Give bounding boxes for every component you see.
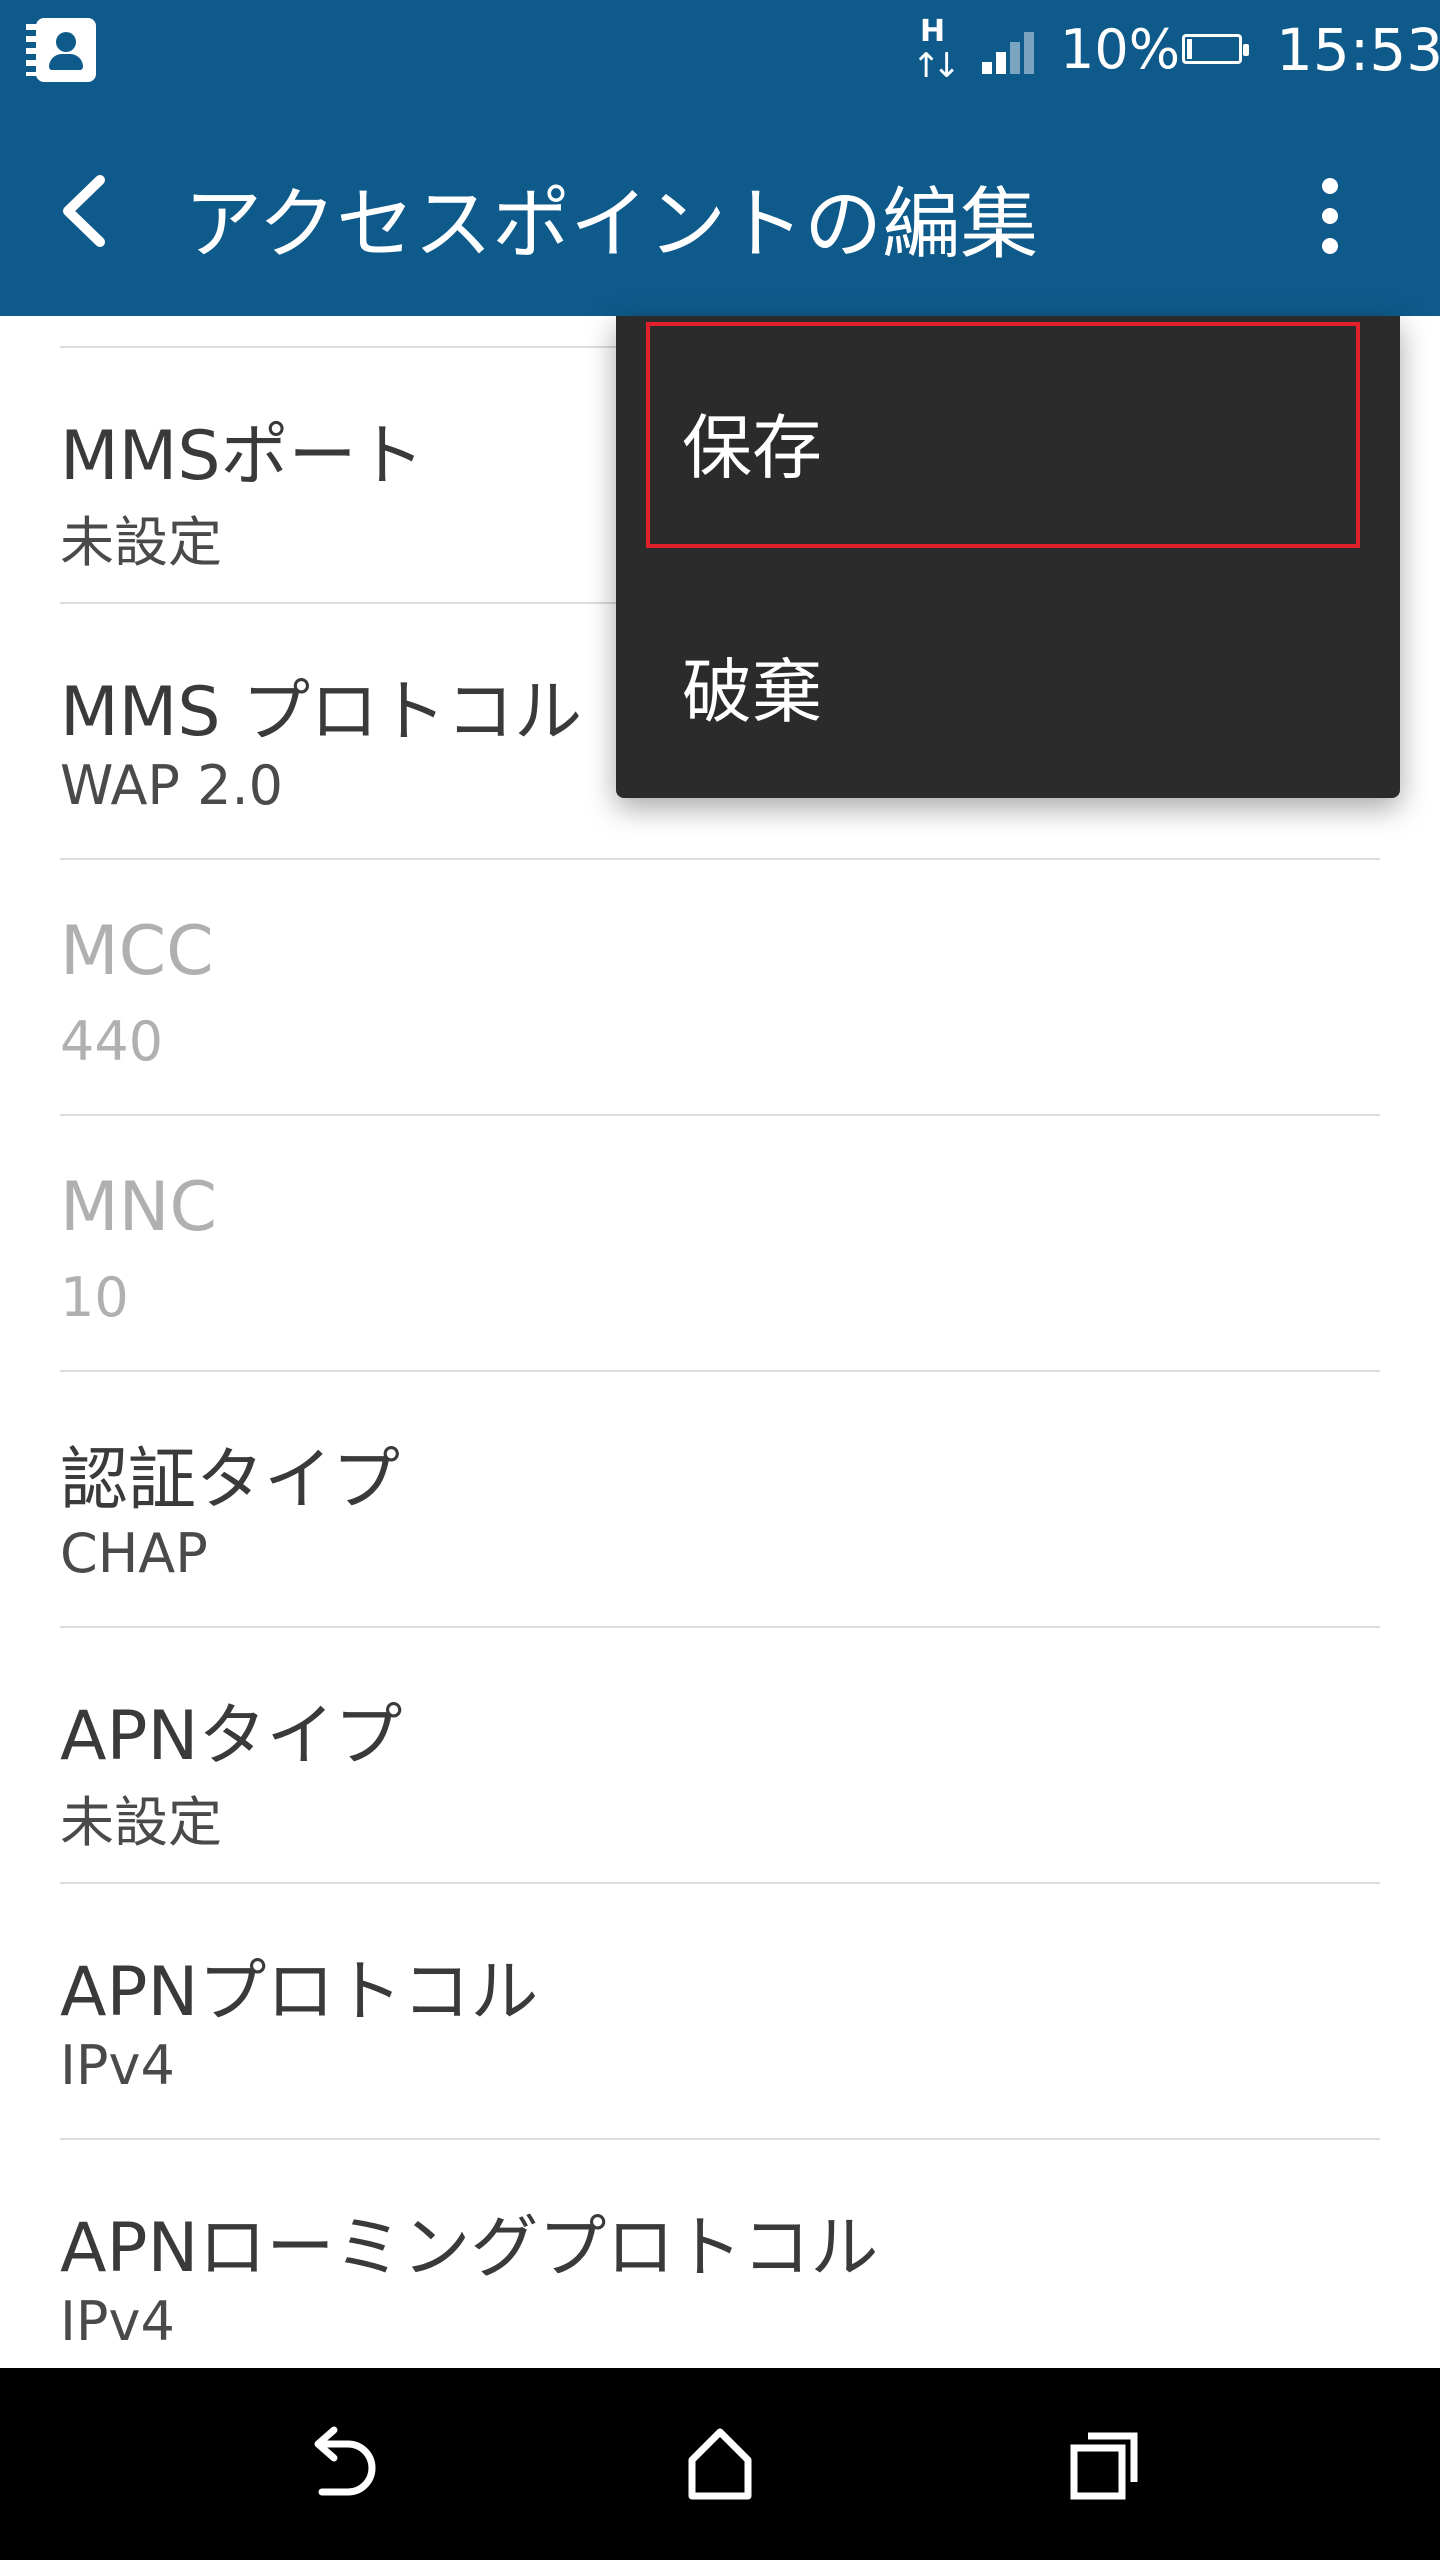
chevron-left-icon [63,175,105,247]
setting-value: 未設定 [60,1791,222,1854]
more-vert-icon [1322,178,1338,194]
battery-icon [1182,34,1249,64]
status-bar: H ↑↓ 10% 15:53 [0,0,1440,104]
setting-title: MNC [60,1168,218,1247]
setting-title: APNプロトコル [60,1953,539,2032]
setting-apn-type[interactable]: APNタイプ 未設定 [60,1628,1380,1884]
navigation-bar [0,2368,1440,2560]
back-arrow-icon [314,2426,376,2496]
page-title: アクセスポイントの編集 [184,180,1039,270]
setting-value: WAP 2.0 [60,754,283,817]
signal-strength-icon [982,30,1038,74]
setting-title: MCC [60,912,214,991]
home-icon [688,2428,752,2500]
nav-home-button[interactable] [660,2404,780,2524]
recent-apps-icon [1070,2432,1138,2500]
setting-title: MMS プロトコル [60,673,583,752]
setting-title: APNタイプ [60,1697,403,1776]
setting-value: CHAP [60,1522,208,1585]
setting-value: IPv4 [60,2034,175,2097]
setting-value: 10 [60,1266,129,1329]
setting-apn-protocol[interactable]: APNプロトコル IPv4 [60,1884,1380,2140]
menu-item-save[interactable]: 保存 [616,316,1400,556]
battery-percent: 10% [1060,18,1181,81]
nav-recents-button[interactable] [1044,2404,1164,2524]
clock: 15:53 [1276,16,1440,84]
setting-apn-roaming-protocol[interactable]: APNローミングプロトコル IPv4 [60,2140,1380,2368]
nav-back-button[interactable] [278,2404,398,2524]
setting-auth-type[interactable]: 認証タイプ CHAP [60,1372,1380,1628]
setting-title: 認証タイプ [60,1441,401,1520]
menu-item-label: 保存 [682,407,822,489]
mobile-data-icon: H ↑↓ [912,14,961,86]
network-type-label: H [920,14,946,49]
app-bar: アクセスポイントの編集 [0,104,1440,316]
back-button[interactable] [54,156,134,266]
overflow-menu: 保存 破棄 [616,316,1400,798]
contacts-notification-icon [26,18,96,82]
setting-value: IPv4 [60,2290,175,2353]
setting-mcc: MCC 440 [60,860,1380,1116]
setting-title: MMSポート [60,417,425,496]
setting-value: 440 [60,1010,164,1073]
menu-item-discard[interactable]: 破棄 [616,556,1400,796]
menu-item-label: 破棄 [682,651,822,733]
setting-value: 未設定 [60,511,222,574]
setting-title: APNローミングプロトコル [60,2209,879,2288]
overflow-menu-button[interactable] [1300,160,1360,270]
setting-mnc: MNC 10 [60,1116,1380,1372]
